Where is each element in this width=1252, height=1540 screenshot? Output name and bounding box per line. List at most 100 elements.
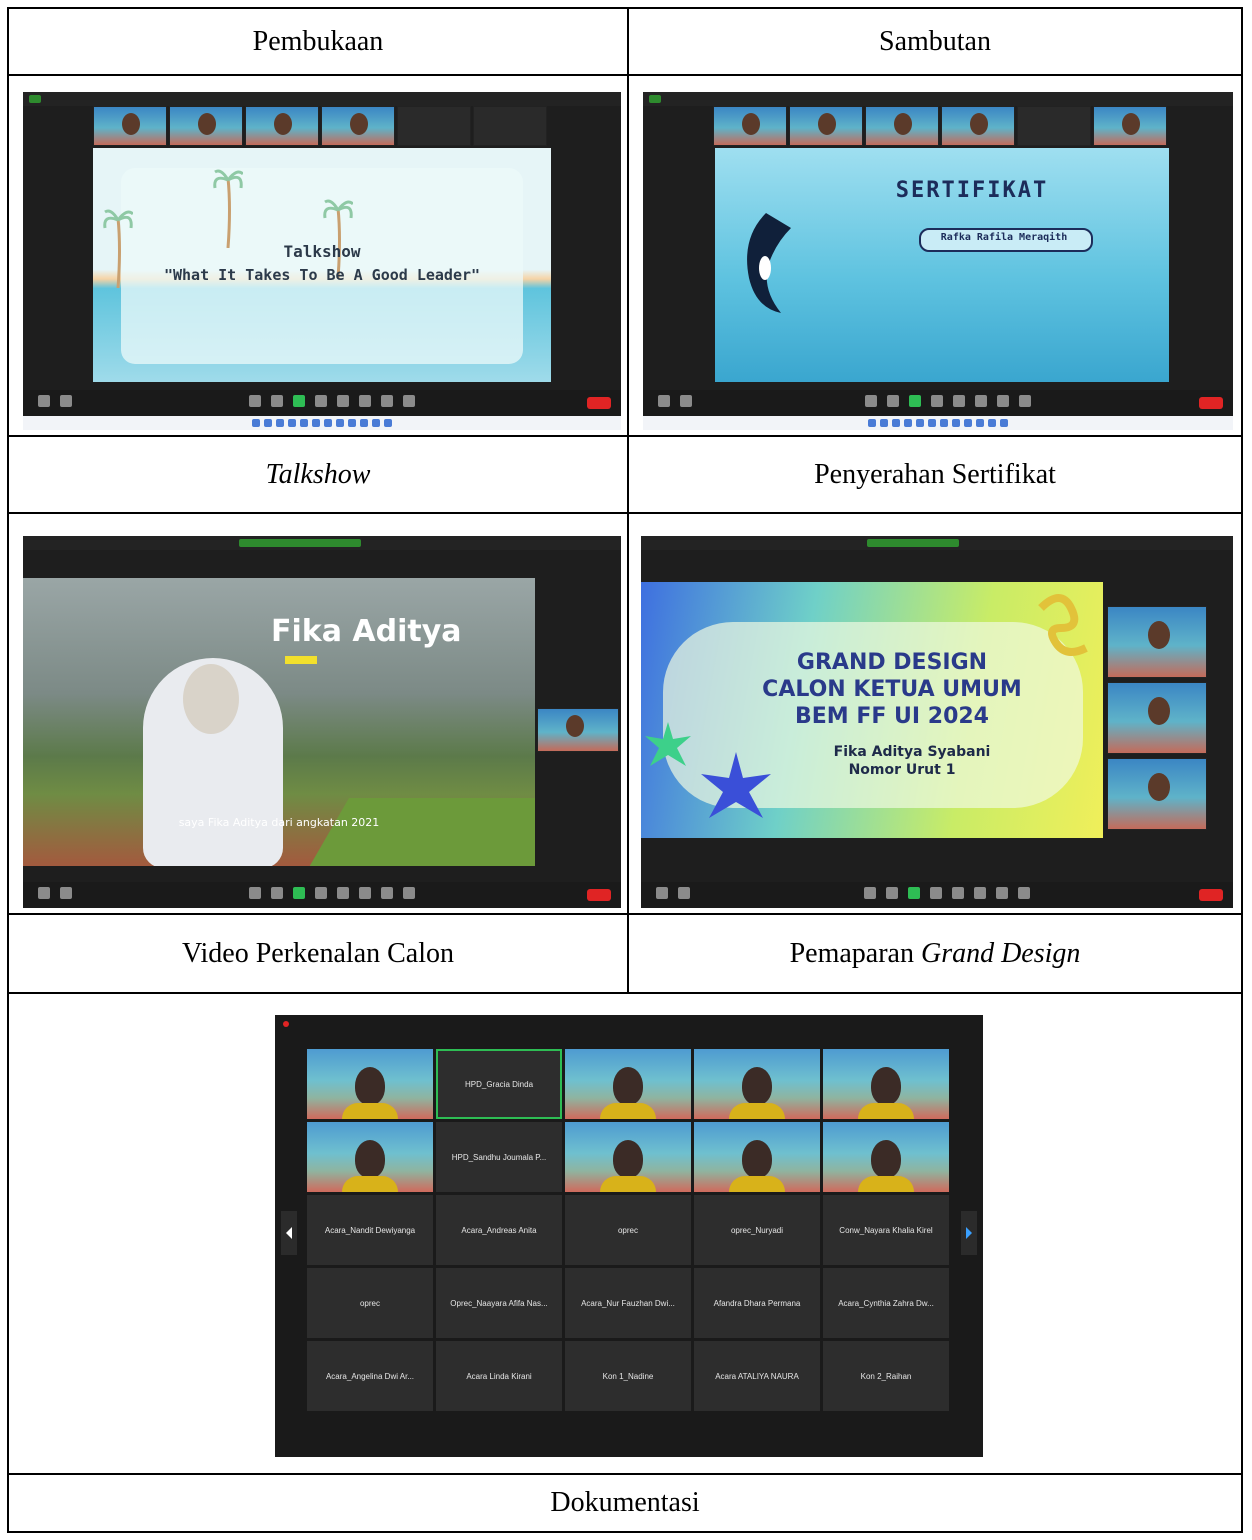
app-icon[interactable] (300, 419, 308, 427)
app-icon[interactable] (360, 419, 368, 427)
reactions-icon[interactable] (337, 395, 349, 407)
mic-icon[interactable] (38, 887, 50, 899)
caption-video: Video Perkenalan Calon (181, 937, 454, 969)
app-icon[interactable] (384, 419, 392, 427)
share-icon[interactable] (909, 395, 921, 407)
more-icon[interactable] (403, 887, 415, 899)
certificate-slide: SERTIFIKAT Rafka Rafila Meraqith (715, 148, 1169, 382)
participant-name-tile[interactable]: HPD_Sandhu Joumala P... (436, 1122, 562, 1192)
reactions-icon[interactable] (337, 887, 349, 899)
grand-design-line1: GRAND DESIGN (796, 650, 988, 675)
prev-page-button[interactable] (281, 1211, 297, 1255)
app-icon[interactable] (928, 419, 936, 427)
app-icon[interactable] (892, 419, 900, 427)
mic-icon[interactable] (658, 395, 670, 407)
participant-name-tile[interactable]: Oprec_Naayara Afifa Nas... (436, 1268, 562, 1338)
app-icon[interactable] (324, 419, 332, 427)
app-icon[interactable] (904, 419, 912, 427)
participant-video-tile[interactable] (565, 1122, 691, 1192)
share-icon[interactable] (293, 395, 305, 407)
start-icon[interactable] (252, 419, 260, 427)
app-icon[interactable] (288, 419, 296, 427)
start-icon[interactable] (868, 419, 876, 427)
participant-name-tile[interactable]: Acara_Andreas Anita (436, 1195, 562, 1265)
participant-name-tile[interactable]: Acara_Cynthia Zahra Dw... (823, 1268, 949, 1338)
whiteboard-icon[interactable] (997, 395, 1009, 407)
record-icon[interactable] (931, 395, 943, 407)
participant-video-tile[interactable] (823, 1049, 949, 1119)
app-icon[interactable] (276, 419, 284, 427)
more-icon[interactable] (403, 395, 415, 407)
participant-name-tile[interactable]: Acara Linda Kirani (436, 1341, 562, 1411)
participant-name-tile[interactable]: Acara_Nur Fauzhan Dwi... (565, 1268, 691, 1338)
search-icon[interactable] (264, 419, 272, 427)
record-icon[interactable] (315, 395, 327, 407)
apps-icon[interactable] (974, 887, 986, 899)
leave-button[interactable] (587, 397, 611, 409)
app-icon[interactable] (952, 419, 960, 427)
search-icon[interactable] (880, 419, 888, 427)
mic-icon[interactable] (38, 395, 50, 407)
participants-icon[interactable] (865, 395, 877, 407)
chat-icon[interactable] (271, 887, 283, 899)
participant-video-tile[interactable] (694, 1122, 820, 1192)
apps-icon[interactable] (359, 887, 371, 899)
participants-icon[interactable] (249, 887, 261, 899)
chat-icon[interactable] (271, 395, 283, 407)
more-icon[interactable] (1019, 395, 1031, 407)
participant-name-tile[interactable]: oprec (565, 1195, 691, 1265)
app-icon[interactable] (916, 419, 924, 427)
share-icon[interactable] (293, 887, 305, 899)
apps-icon[interactable] (975, 395, 987, 407)
chat-icon[interactable] (886, 887, 898, 899)
app-icon[interactable] (976, 419, 984, 427)
reactions-icon[interactable] (952, 887, 964, 899)
app-icon[interactable] (964, 419, 972, 427)
mic-icon[interactable] (656, 887, 668, 899)
reactions-icon[interactable] (953, 395, 965, 407)
participant-name-tile[interactable]: Acara ATALIYA NAURA (694, 1341, 820, 1411)
chat-icon[interactable] (887, 395, 899, 407)
video-icon[interactable] (60, 887, 72, 899)
next-page-button[interactable] (961, 1211, 977, 1255)
leave-button[interactable] (1199, 397, 1223, 409)
video-icon[interactable] (678, 887, 690, 899)
whiteboard-icon[interactable] (381, 395, 393, 407)
participants-icon[interactable] (864, 887, 876, 899)
participant-video-tile[interactable] (823, 1122, 949, 1192)
leave-button[interactable] (587, 889, 611, 901)
participant-name-tile[interactable]: oprec_Nuryadi (694, 1195, 820, 1265)
app-icon[interactable] (348, 419, 356, 427)
participant-name-tile[interactable]: Afandra Dhara Permana (694, 1268, 820, 1338)
app-icon[interactable] (988, 419, 996, 427)
record-icon[interactable] (315, 887, 327, 899)
gallery-grid: HPD_Gracia Dinda HPD_Sandhu Joumala P... A… (307, 1049, 951, 1415)
video-icon[interactable] (680, 395, 692, 407)
participant-name-tile[interactable]: Acara_Angelina Dwi Ar... (307, 1341, 433, 1411)
participant-name-tile[interactable]: Kon 2_Raihan (823, 1341, 949, 1411)
participants-icon[interactable] (249, 395, 261, 407)
whiteboard-icon[interactable] (996, 887, 1008, 899)
participant-name-tile[interactable]: oprec (307, 1268, 433, 1338)
participant-name-tile[interactable]: Kon 1_Nadine (565, 1341, 691, 1411)
share-icon[interactable] (908, 887, 920, 899)
record-icon[interactable] (930, 887, 942, 899)
participant-name-tile[interactable]: HPD_Gracia Dinda (436, 1049, 562, 1119)
app-icon[interactable] (312, 419, 320, 427)
video-icon[interactable] (60, 395, 72, 407)
participant-video-tile[interactable] (307, 1122, 433, 1192)
participant-video-tile[interactable] (307, 1049, 433, 1119)
app-icon[interactable] (372, 419, 380, 427)
app-icon[interactable] (940, 419, 948, 427)
leave-button[interactable] (1199, 889, 1223, 901)
whiteboard-icon[interactable] (381, 887, 393, 899)
participant-name-tile[interactable]: Acara_Nandit Dewiyanga (307, 1195, 433, 1265)
participant-name-tile[interactable]: Conw_Nayara Khalia Kirel (823, 1195, 949, 1265)
app-icon[interactable] (1000, 419, 1008, 427)
participant-video-tile[interactable] (694, 1049, 820, 1119)
participant-video-tile[interactable] (565, 1049, 691, 1119)
apps-icon[interactable] (359, 395, 371, 407)
grand-design-line3: BEM FF UI 2024 (794, 704, 989, 729)
app-icon[interactable] (336, 419, 344, 427)
more-icon[interactable] (1018, 887, 1030, 899)
